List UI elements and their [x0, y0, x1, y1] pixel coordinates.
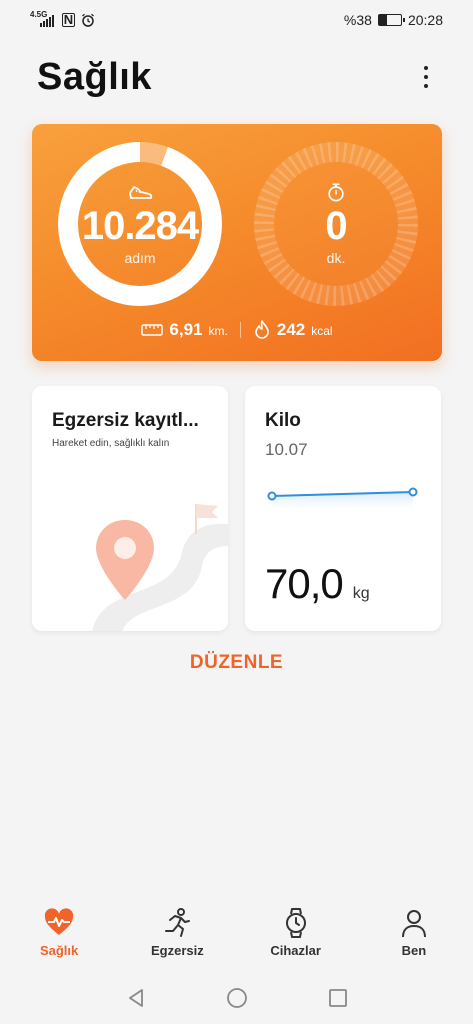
- signal-icon: 4.5G: [30, 10, 56, 28]
- weight-value-row: 70,0 kg: [265, 560, 370, 608]
- heart-pulse-icon: [44, 908, 74, 935]
- page-title: Sağlık: [37, 56, 152, 98]
- weight-trend-line: [267, 487, 418, 514]
- distance-value: 6,91: [169, 320, 203, 339]
- flame-icon: [255, 320, 269, 339]
- card-stats: 6,91 km. 242 kcal: [32, 320, 442, 340]
- minutes-value: 0: [325, 204, 347, 248]
- calories-unit: kcal: [311, 324, 333, 338]
- location-pin-icon: [92, 504, 228, 631]
- system-nav-bar: [0, 975, 473, 1020]
- battery-percent: %38: [343, 12, 372, 28]
- nfc-icon: N: [62, 12, 75, 27]
- ruler-icon: [141, 324, 164, 336]
- edit-button[interactable]: DÜZENLE: [0, 652, 473, 674]
- weight-date: 10.07: [265, 440, 308, 459]
- distance-unit: km.: [208, 324, 228, 338]
- weight-unit: kg: [352, 585, 370, 602]
- minutes-ring[interactable]: 0 dk.: [254, 142, 418, 306]
- calories-value: 242: [276, 320, 306, 339]
- nav-label-health: Sağlık: [39, 943, 79, 958]
- exercise-records-tile[interactable]: Egzersiz kayıtl... Hareket edin, sağlıkl…: [32, 386, 228, 631]
- nav-label-exercise: Egzersiz: [151, 943, 204, 958]
- nav-label-me: Ben: [401, 943, 427, 958]
- more-vertical-icon: [424, 66, 428, 70]
- recents-icon[interactable]: [327, 987, 349, 1009]
- stopwatch-icon: [328, 183, 344, 202]
- status-right: %38 20:28: [344, 12, 443, 28]
- nav-item-health[interactable]: Sağlık: [4, 895, 114, 958]
- exercise-tile-title: Egzersiz kayıtl...: [52, 410, 199, 431]
- home-icon[interactable]: [226, 987, 248, 1009]
- more-options-button[interactable]: [412, 60, 440, 94]
- clock: 20:28: [407, 12, 443, 28]
- weight-tile-title: Kilo: [265, 410, 301, 431]
- calories-stat: 242 kcal: [253, 320, 333, 340]
- person-icon: [401, 910, 426, 938]
- status-left: 4.5G N: [30, 10, 95, 28]
- back-icon[interactable]: [125, 987, 147, 1009]
- status-bar: 4.5G N %38 20:28: [0, 0, 473, 40]
- nav-item-devices[interactable]: Cihazlar: [241, 895, 351, 958]
- watch-icon: [285, 908, 306, 938]
- steps-unit: adım: [124, 250, 156, 266]
- bottom-nav: Sağlık Egzersiz Cihazlar Ben: [0, 895, 473, 970]
- steps-value: 10.284: [81, 204, 199, 248]
- activity-summary-card[interactable]: 10.284 adım 0 dk. 6,91 km. 242 kcal: [32, 124, 442, 361]
- steps-ring[interactable]: 10.284 adım: [58, 142, 222, 306]
- nav-item-exercise[interactable]: Egzersiz: [122, 895, 232, 958]
- minutes-unit: dk.: [326, 250, 346, 266]
- weight-value: 70,0: [265, 560, 344, 607]
- battery-icon: [377, 14, 405, 26]
- stat-divider: [239, 322, 241, 338]
- exercise-tile-subtitle: Hareket edin, sağlıklı kalın: [52, 438, 170, 449]
- running-icon: [165, 908, 191, 937]
- nav-item-me[interactable]: Ben: [359, 895, 469, 958]
- nav-label-devices: Cihazlar: [270, 943, 321, 958]
- shoe-icon: [129, 186, 153, 199]
- alarm-icon: [82, 13, 94, 27]
- weight-tile[interactable]: Kilo 10.07 70,0 kg: [245, 386, 441, 631]
- distance-stat: 6,91 km.: [141, 320, 228, 340]
